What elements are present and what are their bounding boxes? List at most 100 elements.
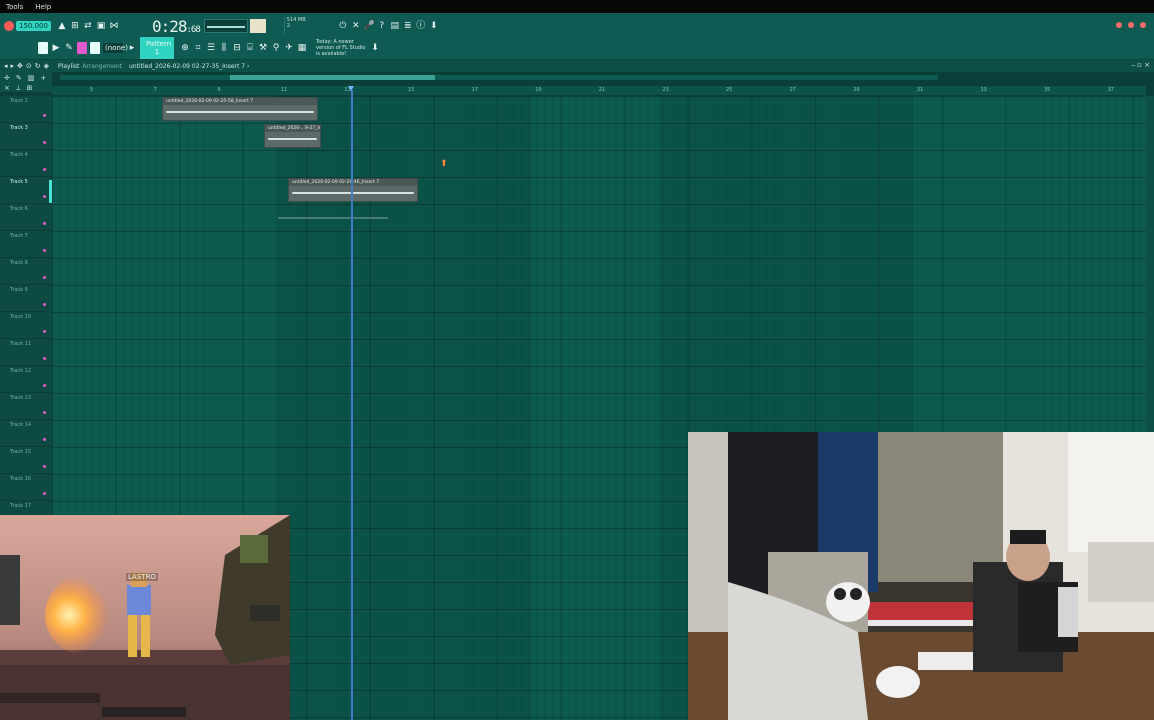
track-header[interactable]: Track 3 [0, 123, 52, 150]
close-icon[interactable] [1140, 22, 1146, 28]
track-header[interactable]: Track 9 [0, 285, 52, 312]
update-notice[interactable]: Today: A newer version of FL Studio is a… [316, 39, 370, 57]
scrollbar-thumb[interactable] [230, 75, 435, 80]
loop-record-icon[interactable]: ▣ [96, 20, 106, 32]
arrow-right-icon[interactable]: ▸ [11, 62, 15, 70]
news-icon[interactable]: ▦ [297, 42, 307, 54]
script-icon[interactable]: ✈ [284, 42, 294, 54]
loop-icon[interactable]: ↻ [35, 62, 41, 70]
track-mute-icon[interactable] [43, 276, 46, 279]
step-icon[interactable]: ⋈ [109, 20, 119, 32]
game-scene [0, 515, 290, 720]
track-header[interactable]: Track 2 [0, 96, 52, 123]
track-mute-icon[interactable] [43, 492, 46, 495]
track-mute-icon[interactable] [43, 114, 46, 117]
minimize-icon[interactable] [1116, 22, 1122, 28]
draw-mode-button[interactable] [77, 42, 87, 54]
timeline-ruler[interactable]: 5 7 9 11 13 15 17 19 21 23 25 27 29 31 33 35 37 [52, 86, 1146, 96]
mixer-bars-icon[interactable]: ⫼ [219, 42, 229, 54]
menu-icon[interactable]: ◈ [44, 62, 49, 70]
add-track-icon[interactable]: + [40, 74, 46, 82]
wait-icon[interactable]: ⊞ [70, 20, 80, 32]
clip-waveform [292, 192, 414, 194]
track-mute-icon[interactable] [43, 168, 46, 171]
download-icon[interactable]: ⬇ [429, 20, 439, 32]
tuner-icon[interactable]: ⚲ [271, 42, 281, 54]
track-mute-icon[interactable] [43, 384, 46, 387]
track-mute-icon[interactable] [43, 330, 46, 333]
track-header[interactable]: Track 12 [0, 366, 52, 393]
track-mute-icon[interactable] [43, 222, 46, 225]
plugin-picker-icon[interactable]: ⏻ [338, 20, 348, 32]
update-download-icon[interactable]: ⬇ [370, 42, 380, 54]
record-button[interactable] [4, 21, 14, 31]
pattern-arrow-icon[interactable]: ▸ [127, 42, 137, 54]
tools-icon[interactable]: ⚒ [258, 42, 268, 54]
horizontal-scrollbar[interactable] [60, 75, 938, 80]
audio-clip[interactable]: untitled_2026-02-09 02-25-58_Insert 7 [162, 97, 318, 121]
maximize-icon[interactable] [1128, 22, 1134, 28]
remove-track-icon[interactable]: × [4, 84, 10, 93]
countdown-icon[interactable]: ⇄ [83, 20, 93, 32]
clip-waveform [166, 111, 314, 113]
arrow-left-icon[interactable]: ◂ [4, 62, 8, 70]
track-mute-icon[interactable] [43, 141, 46, 144]
track-header[interactable]: Track 16 [0, 474, 52, 501]
audio-clip[interactable]: untitled_2026-02-09 02-26-46_Insert 7 [288, 178, 418, 202]
link-tool-icon[interactable]: ⟂ [16, 84, 21, 93]
track-mute-icon[interactable] [43, 357, 46, 360]
pencil-tool-icon[interactable]: ✎ [16, 74, 22, 82]
track-header[interactable]: Track 8 [0, 258, 52, 285]
browser-icon[interactable]: ▤ [390, 20, 400, 32]
playlist-subtitle[interactable]: Arrangement [82, 63, 122, 70]
track-mute-icon[interactable] [43, 465, 46, 468]
track-header[interactable]: Track 6 [0, 204, 52, 231]
playlist-window-controls[interactable]: – ▫ × [1131, 61, 1150, 69]
channel-icon[interactable]: ⊟ [232, 42, 242, 54]
track-header[interactable]: Track 13 [0, 393, 52, 420]
playhead-line[interactable] [351, 90, 353, 720]
add-pattern-icon[interactable]: ⊕ [180, 42, 190, 54]
track-header[interactable]: Track 4 [0, 150, 52, 177]
plugin-icon[interactable]: ⌸ [245, 42, 255, 54]
playlist-breadcrumb[interactable]: untitled_2026-02-09 02-27-35_Insert 7 › [129, 63, 249, 70]
menu-tools[interactable]: Tools [6, 3, 23, 11]
vertical-scrollbar[interactable] [1146, 96, 1154, 436]
pattern-selector[interactable]: Pattern 1 [140, 37, 174, 59]
help-icon[interactable]: ? [377, 20, 387, 32]
track-mute-icon[interactable] [43, 438, 46, 441]
track-mute-icon[interactable] [43, 303, 46, 306]
pattern-none-label[interactable]: (none) [103, 43, 128, 53]
microphone-icon[interactable]: 🎤 [364, 20, 375, 32]
master-volume-meter[interactable] [249, 19, 266, 33]
track-header[interactable]: Track 10 [0, 312, 52, 339]
track-header[interactable]: Track 5 [0, 177, 52, 204]
move-icon[interactable]: ✥ [17, 62, 23, 70]
snap-icon[interactable]: ⌗ [193, 42, 203, 54]
track-header[interactable]: Track 11 [0, 339, 52, 366]
playlist-icon[interactable]: ☰ [206, 42, 216, 54]
track-header[interactable]: Track 14 [0, 420, 52, 447]
arrow-tool-icon[interactable]: ✛ [4, 74, 10, 82]
ruler-tick-label: 17 [471, 87, 478, 93]
track-name: Track 15 [10, 449, 32, 455]
track-mute-icon[interactable] [43, 249, 46, 252]
brush-icon[interactable]: ✎ [64, 42, 74, 54]
metronome-icon[interactable]: ▲ [57, 20, 67, 32]
track-mute-icon[interactable] [43, 195, 46, 198]
menu-help[interactable]: Help [35, 3, 51, 11]
slice-mode-button[interactable] [90, 42, 100, 54]
track-header[interactable]: Track 15 [0, 447, 52, 474]
track-mute-icon[interactable] [43, 411, 46, 414]
track-header[interactable]: Track 7 [0, 231, 52, 258]
tempo-display[interactable]: 150.000 [16, 21, 51, 31]
mixer-icon[interactable]: ✕ [351, 20, 361, 32]
zoom-icon[interactable]: ⊙ [26, 62, 32, 70]
channel-rack-icon[interactable]: ≣ [403, 20, 413, 32]
grid-tool-icon[interactable]: ⊞ [27, 84, 33, 93]
info-icon[interactable]: ⓘ [416, 20, 426, 32]
bar-chart-tool-icon[interactable]: ▥ [28, 74, 35, 82]
piano-roll-button[interactable] [38, 42, 48, 54]
play-icon[interactable]: ▶ [51, 42, 61, 54]
audio-clip[interactable]: untitled_2026-...9-27_Insert 7 [264, 124, 321, 148]
